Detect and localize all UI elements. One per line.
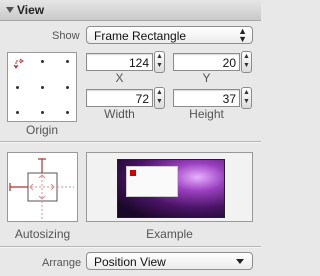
separator-highlight: [0, 247, 261, 248]
autosizing-springs-icon: [9, 158, 74, 219]
autosizing-control[interactable]: [7, 152, 78, 222]
height-field[interactable]: 37: [173, 89, 240, 107]
disclosure-triangle-icon[interactable]: [6, 7, 14, 13]
pulldown-arrow-icon: [236, 259, 244, 264]
x-value: 124: [128, 56, 149, 70]
example-label: Example: [146, 227, 193, 241]
y-stepper[interactable]: ▲ ▼: [241, 51, 252, 73]
show-popup[interactable]: Frame Rectangle ▲ ▼: [86, 26, 253, 44]
origin-point-center[interactable]: [41, 86, 44, 89]
origin-point-bottom-center[interactable]: [41, 111, 44, 114]
origin-point-bottom-right[interactable]: [66, 111, 69, 114]
separator-highlight: [0, 142, 261, 143]
arrange-popup[interactable]: Position View: [86, 252, 253, 270]
view-marker-icon: [130, 170, 136, 176]
x-stepper[interactable]: ▲ ▼: [154, 51, 165, 73]
y-value: 20: [222, 56, 236, 70]
width-value: 72: [135, 92, 149, 106]
origin-label: Origin: [25, 123, 58, 137]
show-popup-value: Frame Rectangle: [94, 29, 187, 43]
origin-point-bottom-left[interactable]: [16, 111, 19, 114]
height-value: 37: [222, 92, 236, 106]
y-field[interactable]: 20: [173, 53, 240, 71]
height-label: Height: [189, 107, 224, 121]
example-preview: [86, 152, 253, 222]
height-stepper[interactable]: ▲ ▼: [241, 87, 252, 109]
view-section-header[interactable]: View: [0, 0, 261, 21]
arrange-popup-value: Position View: [94, 255, 166, 269]
desktop-wallpaper-image: [117, 159, 225, 218]
width-field[interactable]: 72: [86, 89, 153, 107]
arrange-label: Arrange: [42, 257, 82, 269]
origin-point-top-right[interactable]: [66, 60, 69, 63]
width-stepper[interactable]: ▲ ▼: [154, 87, 165, 109]
popup-arrows-icon: ▲ ▼: [238, 26, 247, 44]
x-label: X: [115, 71, 124, 85]
show-label: Show: [52, 30, 80, 42]
x-field[interactable]: 124: [86, 53, 153, 71]
origin-point-middle-right[interactable]: [66, 86, 69, 89]
autosizing-label: Autosizing: [14, 227, 71, 241]
y-label: Y: [202, 71, 211, 85]
origin-point-top-center[interactable]: [41, 60, 44, 63]
width-label: Width: [104, 107, 135, 121]
section-title: View: [17, 3, 45, 17]
origin-grid[interactable]: [7, 52, 77, 122]
view-frame-preview: [126, 166, 178, 197]
origin-point-middle-left[interactable]: [16, 86, 19, 89]
